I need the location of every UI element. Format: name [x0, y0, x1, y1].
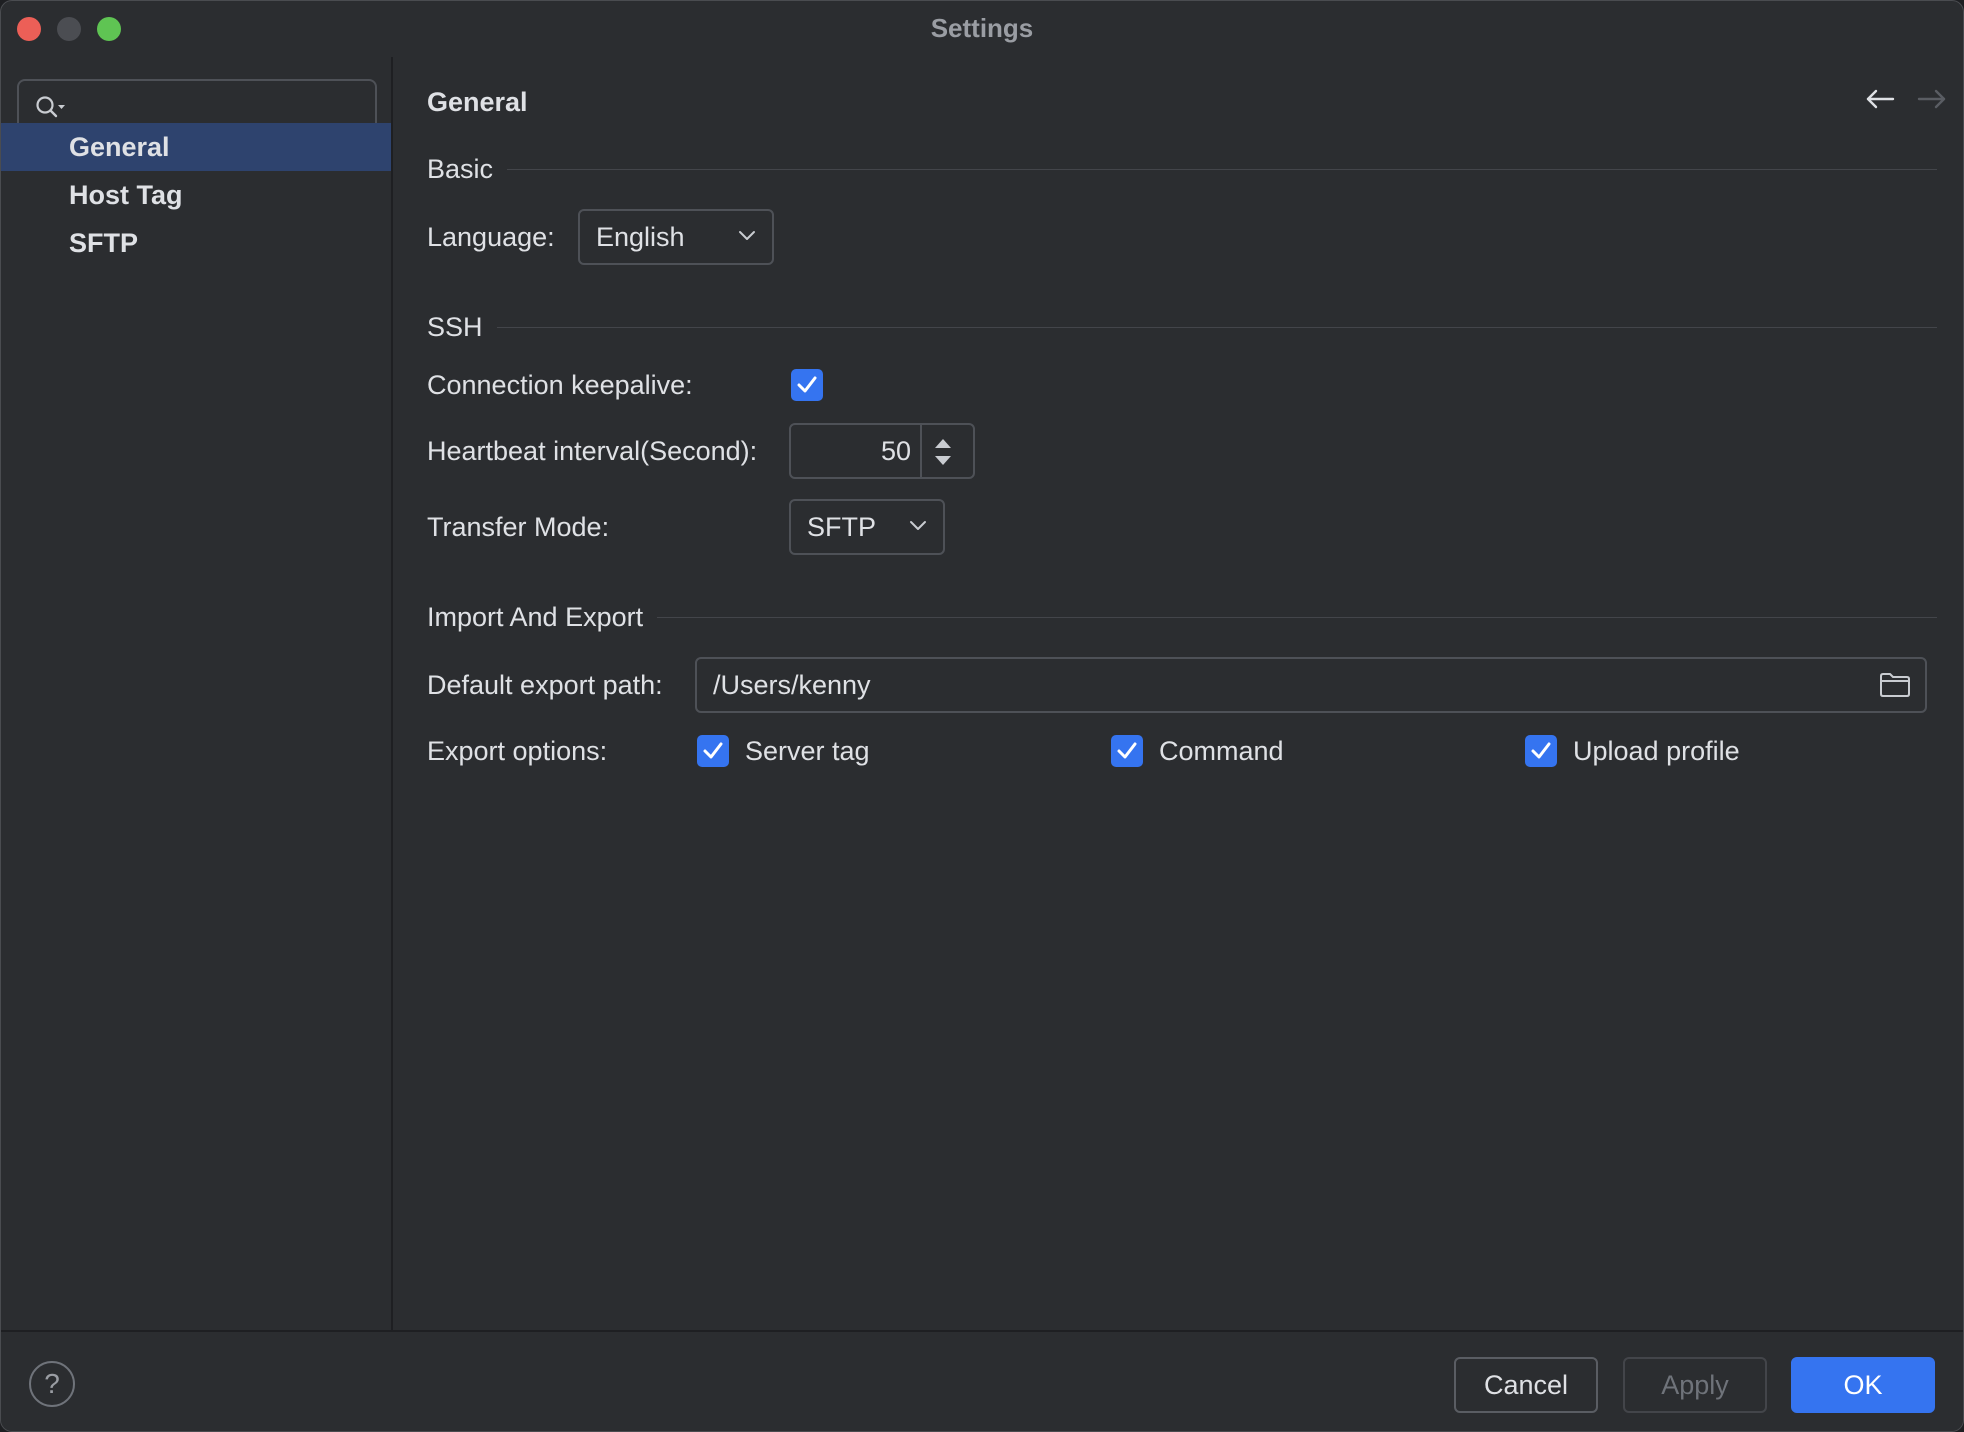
command-label[interactable]: Command: [1159, 731, 1284, 771]
sidebar-item-general[interactable]: General: [1, 123, 391, 171]
ok-button[interactable]: OK: [1791, 1357, 1935, 1413]
heartbeat-value: 50: [880, 436, 911, 466]
section-title: SSH: [427, 307, 497, 347]
page-title: General: [427, 87, 528, 117]
transfer-mode-dropdown[interactable]: SFTP: [789, 499, 945, 555]
sidebar-item-label: Host Tag: [69, 180, 183, 210]
transfer-mode-label: Transfer Mode:: [427, 512, 610, 542]
checkmark-icon: [797, 376, 817, 393]
sidebar: General Host Tag SFTP: [1, 57, 393, 1330]
folder-icon[interactable]: [1879, 672, 1911, 698]
language-label: Language:: [427, 222, 555, 252]
cancel-button[interactable]: Cancel: [1454, 1357, 1598, 1413]
settings-content: General Basic Language: English SSH Conn…: [395, 57, 1963, 1330]
section-divider: [427, 327, 1937, 328]
keepalive-label: Connection keepalive:: [427, 370, 693, 400]
upload-profile-checkbox[interactable]: [1525, 735, 1557, 767]
export-path-value: /Users/kenny: [713, 670, 871, 700]
stepper-divider: [920, 425, 922, 477]
export-path-label: Default export path:: [427, 670, 663, 700]
window-title: Settings: [930, 13, 1034, 43]
search-input[interactable]: [79, 89, 359, 125]
chevron-down-icon: [739, 231, 755, 240]
language-value: English: [596, 222, 685, 252]
settings-window: Settings General Host Tag SFTP General B…: [0, 0, 1964, 1432]
language-dropdown[interactable]: English: [578, 209, 774, 265]
title-bar: Settings: [1, 1, 1963, 57]
section-divider: [427, 169, 1937, 170]
server-tag-label[interactable]: Server tag: [745, 731, 870, 771]
sidebar-item-label: General: [69, 132, 170, 162]
checkmark-icon: [703, 742, 723, 759]
sidebar-item-host-tag[interactable]: Host Tag: [1, 171, 391, 219]
section-ssh: SSH: [427, 307, 1937, 347]
section-import-export: Import And Export: [427, 597, 1937, 637]
help-button[interactable]: ?: [29, 1361, 75, 1407]
section-basic: Basic: [427, 149, 1937, 189]
command-checkbox[interactable]: [1111, 735, 1143, 767]
search-icon: [35, 95, 69, 121]
export-path-field[interactable]: /Users/kenny: [695, 657, 1927, 713]
heartbeat-interval-stepper[interactable]: 50: [789, 423, 975, 479]
transfer-mode-value: SFTP: [807, 512, 877, 542]
export-options-label: Export options:: [427, 736, 608, 766]
heartbeat-label: Heartbeat interval(Second):: [427, 436, 758, 466]
sidebar-item-sftp[interactable]: SFTP: [1, 219, 391, 267]
dialog-footer: ? Cancel Apply OK: [1, 1330, 1963, 1431]
server-tag-checkbox[interactable]: [697, 735, 729, 767]
chevron-down-icon: [910, 521, 926, 530]
apply-button[interactable]: Apply: [1623, 1357, 1767, 1413]
section-title: Import And Export: [427, 597, 658, 637]
checkmark-icon: [1531, 742, 1551, 759]
forward-arrow-icon[interactable]: [1915, 85, 1949, 113]
back-arrow-icon[interactable]: [1863, 85, 1897, 113]
upload-profile-label[interactable]: Upload profile: [1573, 731, 1740, 771]
checkmark-icon: [1117, 742, 1137, 759]
section-title: Basic: [427, 149, 508, 189]
keepalive-checkbox[interactable]: [791, 369, 823, 401]
sidebar-item-label: SFTP: [69, 228, 139, 258]
stepper-arrows-icon[interactable]: [931, 435, 955, 469]
